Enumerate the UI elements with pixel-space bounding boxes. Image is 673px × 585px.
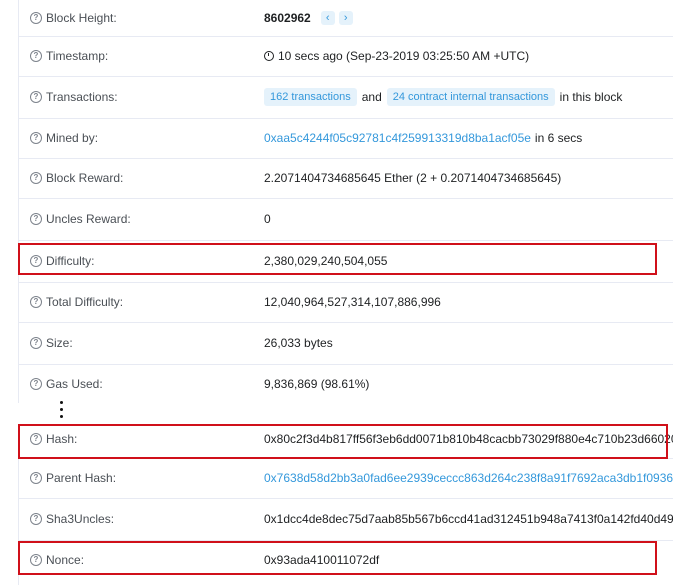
label-text: Transactions: — [46, 90, 118, 104]
and-text: and — [361, 90, 382, 104]
row-size: ? Size: 26,033 bytes — [19, 322, 673, 365]
label-text: Mined by: — [46, 131, 99, 145]
value-size: 26,033 bytes — [264, 336, 333, 350]
row-uncles-reward: ? Uncles Reward: 0 — [19, 198, 673, 241]
value-gas-used: 9,836,869 (98.61%) — [264, 377, 370, 391]
highlight-box-hash — [18, 424, 668, 459]
label-transactions: ? Transactions: — [30, 90, 118, 104]
label-text: Sha3Uncles: — [46, 512, 115, 526]
value-transactions: 162 transactions and 24 contract interna… — [264, 88, 622, 106]
question-circle-icon: ? — [30, 172, 42, 184]
label-text: Size: — [46, 336, 73, 350]
value-block-reward: 2.2071404734685645 Ether (2 + 0.20714047… — [264, 171, 562, 185]
transactions-badge[interactable]: 162 transactions — [264, 88, 357, 106]
label-block-height: ? Block Height: — [30, 11, 117, 25]
question-circle-icon: ? — [30, 12, 42, 24]
question-circle-icon: ? — [30, 213, 42, 225]
label-timestamp: ? Timestamp: — [30, 49, 108, 63]
label-text: Gas Used: — [46, 377, 103, 391]
highlight-box-nonce — [18, 541, 657, 575]
question-circle-icon: ? — [30, 378, 42, 390]
value-mined-by: 0xaa5c4244f05c92781c4f259913319d8ba1acf0… — [264, 131, 582, 145]
label-text: Block Reward: — [46, 171, 124, 185]
clock-icon — [264, 51, 274, 61]
label-block-reward: ? Block Reward: — [30, 171, 123, 185]
label-mined-by: ? Mined by: — [30, 131, 98, 145]
question-circle-icon: ? — [30, 132, 42, 144]
parent-hash-link[interactable]: 0x7638d58d2bb3a0fad6ee2939ceccc863d264c2… — [264, 471, 673, 485]
value-uncles-reward: 0 — [264, 212, 271, 226]
label-parent-hash: ? Parent Hash: — [30, 471, 116, 485]
row-sha3uncles: ? Sha3Uncles: 0x1dcc4de8dec75d7aab85b567… — [19, 498, 673, 541]
chevron-right-icon: › — [343, 12, 348, 24]
question-circle-icon: ? — [30, 513, 42, 525]
question-circle-icon: ? — [30, 91, 42, 103]
next-block-button[interactable]: › — [338, 11, 353, 25]
chevron-left-icon: ‹ — [325, 12, 330, 24]
row-total-difficulty: ? Total Difficulty: 12,040,964,527,314,1… — [19, 282, 673, 323]
vertical-ellipsis-icon — [60, 401, 63, 422]
question-circle-icon: ? — [30, 472, 42, 484]
internal-transactions-badge[interactable]: 24 contract internal transactions — [386, 88, 555, 106]
label-total-difficulty: ? Total Difficulty: — [30, 295, 123, 309]
label-text: Total Difficulty: — [46, 295, 124, 309]
label-size: ? Size: — [30, 336, 73, 350]
label-text: Timestamp: — [46, 49, 109, 63]
value-block-height: 8602962 ‹ › — [264, 11, 353, 25]
question-circle-icon: ? — [30, 296, 42, 308]
mined-duration-text: in 6 secs — [534, 131, 583, 145]
label-text: Parent Hash: — [46, 471, 117, 485]
block-height-number: 8602962 — [264, 11, 311, 25]
block-details-panel: ? Block Height: 8602962 ‹ › ? Timestamp:… — [0, 0, 673, 585]
value-sha3uncles: 0x1dcc4de8dec75d7aab85b567b6ccd41ad31245… — [264, 512, 673, 526]
row-block-reward: ? Block Reward: 2.2071404734685645 Ether… — [19, 158, 673, 199]
value-total-difficulty: 12,040,964,527,314,107,886,996 — [264, 295, 441, 309]
question-circle-icon: ? — [30, 50, 42, 62]
label-uncles-reward: ? Uncles Reward: — [30, 212, 131, 226]
value-timestamp: 10 secs ago (Sep-23-2019 03:25:50 AM +UT… — [264, 49, 529, 63]
row-transactions: ? Transactions: 162 transactions and 24 … — [19, 76, 673, 119]
row-mined-by: ? Mined by: 0xaa5c4244f05c92781c4f259913… — [19, 118, 673, 159]
prev-block-button[interactable]: ‹ — [320, 11, 335, 25]
row-timestamp: ? Timestamp: 10 secs ago (Sep-23-2019 03… — [19, 36, 673, 77]
row-parent-hash: ? Parent Hash: 0x7638d58d2bb3a0fad6ee293… — [19, 458, 673, 499]
in-this-block-text: in this block — [559, 90, 623, 104]
highlight-box-difficulty — [18, 243, 657, 275]
label-text: Block Height: — [46, 11, 117, 25]
question-circle-icon: ? — [30, 337, 42, 349]
timestamp-text: 10 secs ago (Sep-23-2019 03:25:50 AM +UT… — [278, 49, 530, 63]
row-block-height: ? Block Height: 8602962 ‹ › — [19, 0, 673, 37]
label-sha3uncles: ? Sha3Uncles: — [30, 512, 114, 526]
miner-address-link[interactable]: 0xaa5c4244f05c92781c4f259913319d8ba1acf0… — [264, 131, 531, 145]
label-gas-used: ? Gas Used: — [30, 377, 103, 391]
row-gas-used: ? Gas Used: 9,836,869 (98.61%) — [19, 364, 673, 404]
label-text: Uncles Reward: — [46, 212, 131, 226]
